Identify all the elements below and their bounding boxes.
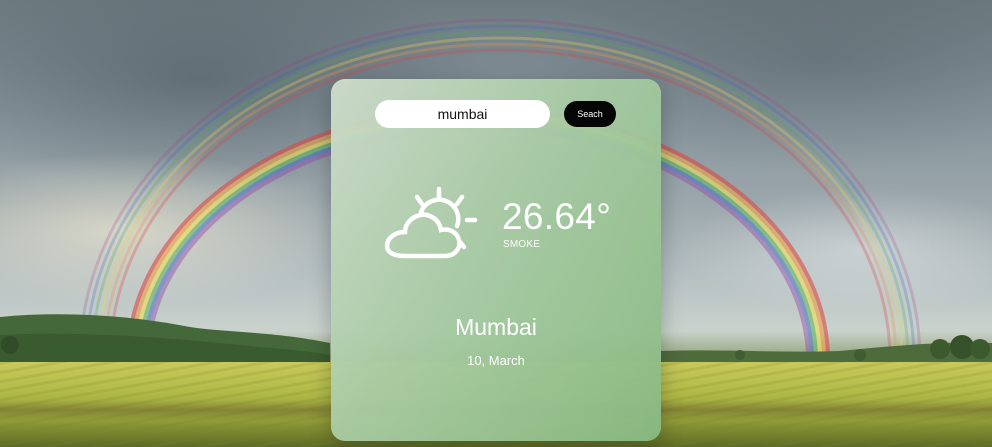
weather-card: Seach 26.64° SMOKE Mumbai 10, March <box>331 79 661 441</box>
search-bar: Seach <box>375 100 616 128</box>
temperature-value: 26.64° <box>502 196 612 237</box>
search-input[interactable] <box>375 100 550 128</box>
partly-cloudy-icon <box>384 186 478 259</box>
search-button[interactable]: Seach <box>564 101 616 127</box>
weather-date: 10, March <box>467 353 525 368</box>
city-name: Mumbai <box>455 314 537 340</box>
background-landscape: Seach 26.64° SMOKE Mumbai 10, March <box>0 0 992 447</box>
weather-condition: SMOKE <box>503 239 541 250</box>
